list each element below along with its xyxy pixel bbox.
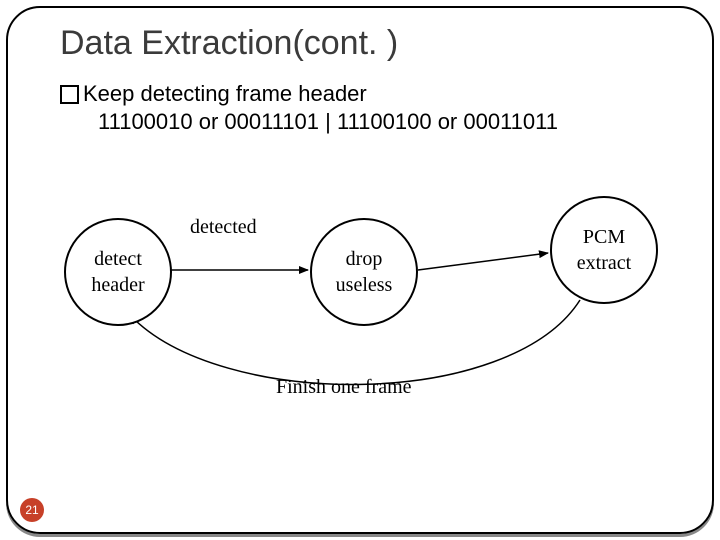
state-diagram: detect header drop useless PCM extract d… <box>40 200 680 430</box>
state-drop-useless: drop useless <box>310 218 418 326</box>
state-pcm-extract: PCM extract <box>550 196 658 304</box>
state-drop-line2: useless <box>336 272 393 298</box>
bullet-text: Keep detecting frame header <box>83 81 367 107</box>
page-number-badge: 21 <box>20 498 44 522</box>
state-drop-line1: drop <box>346 246 383 272</box>
state-detect-line1: detect <box>94 246 142 272</box>
state-detect-line2: header <box>91 272 144 298</box>
bullet-row: Keep detecting frame header <box>60 81 680 107</box>
state-extract-line2: extract <box>577 250 631 276</box>
edge-label-detected: detected <box>190 216 257 239</box>
frame-header-codes: 11100010 or 00011101 | 11100100 or 00011… <box>98 109 680 135</box>
state-detect-header: detect header <box>64 218 172 326</box>
slide-title: Data Extraction(cont. ) <box>60 24 680 63</box>
state-extract-line1: PCM <box>583 224 625 250</box>
edge-label-finish: Finish one frame <box>276 376 412 399</box>
checkbox-icon <box>60 85 79 104</box>
slide-content: Data Extraction(cont. ) Keep detecting f… <box>60 24 680 135</box>
